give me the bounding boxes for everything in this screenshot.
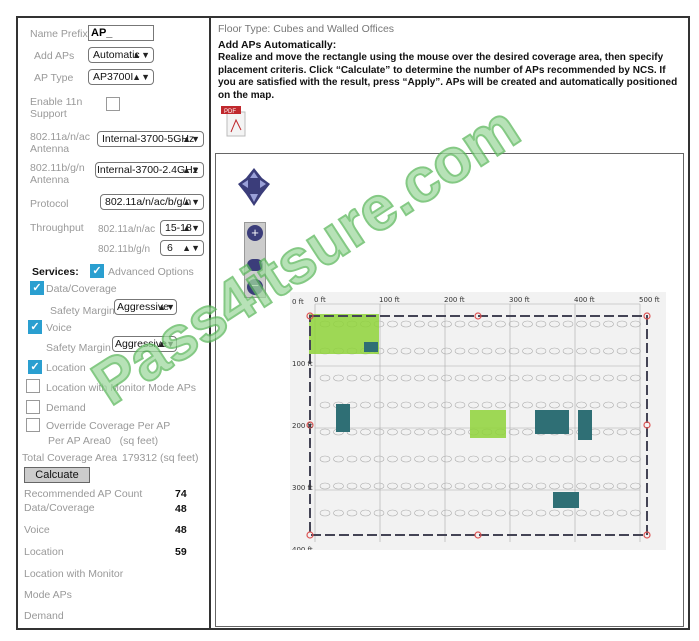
antenna-a-select[interactable]: Internal-3700-5GHz ▲▼: [97, 131, 204, 147]
location-monitor-label: Location with Monitor Mode APs: [46, 382, 196, 394]
location-checkbox[interactable]: ✓: [28, 360, 42, 374]
coverage-area: [470, 410, 506, 438]
select-arrows-icon: ▲▼: [182, 223, 200, 233]
total-coverage-value: 179312 (sq feet): [122, 452, 199, 464]
antenna-a-value: Internal-3700-5GHz: [102, 133, 195, 145]
voice-label: Voice: [46, 322, 72, 334]
throughput-a-label: 802.11a/n/ac: [98, 224, 156, 235]
throughput-b-value: 6: [167, 242, 173, 254]
ap-type-select[interactable]: AP3700I ▲▼: [88, 69, 154, 85]
antenna-b-label: 802.11b/g/n Antenna: [30, 162, 85, 186]
result-mode-aps-label: Mode APs: [24, 589, 72, 601]
result-data-label: Data/Coverage: [24, 502, 95, 514]
select-arrows-icon: ▲▼: [157, 339, 175, 349]
safety-margin-voice-label: Safety Margin: [46, 342, 111, 354]
per-ap-area-label: Per AP Area0 (sq feet): [48, 435, 159, 447]
instructions-text: Realize and move the rectangle using the…: [218, 52, 678, 101]
result-data-value: 48: [175, 503, 187, 515]
add-aps-label: Add APs: [34, 50, 75, 62]
ap-marker: [578, 410, 592, 440]
safety-margin-data-select[interactable]: Aggressive ▲▼: [114, 299, 177, 315]
ap-marker: [364, 342, 378, 352]
svg-text:PDF: PDF: [224, 109, 236, 115]
throughput-b-select[interactable]: 6 ▲▼: [160, 240, 204, 256]
x-tick-label: 0 ft: [314, 296, 326, 304]
total-coverage-label: Total Coverage Area: [22, 452, 118, 464]
result-demand-label: Demand: [24, 610, 64, 622]
ap-marker: [535, 410, 569, 434]
antenna-b-select[interactable]: Internal-3700-2.4GHz ▲▼: [95, 162, 204, 178]
throughput-label: Throughput: [30, 222, 84, 234]
y-tick-label: 200 ft: [292, 422, 313, 430]
result-voice-label: Voice: [24, 524, 50, 536]
y-tick-label: 0 ft: [292, 298, 304, 306]
ap-type-label: AP Type: [34, 72, 74, 84]
result-location-monitor-label: Location with Monitor: [24, 568, 124, 580]
services-label: Services:: [32, 266, 79, 278]
floor-type: Floor Type: Cubes and Walled Offices: [218, 23, 395, 35]
voice-checkbox[interactable]: ✓: [28, 320, 42, 334]
ap-marker: [336, 404, 350, 432]
protocol-select[interactable]: 802.11a/n/ac/b/g/n ▲▼: [100, 194, 204, 210]
safety-margin-label: Safety Margin: [50, 305, 115, 317]
override-coverage-checkbox[interactable]: [26, 418, 40, 432]
x-tick-label: 100 ft: [379, 296, 400, 304]
zoom-out-icon[interactable]: −: [247, 279, 263, 295]
protocol-value: 802.11a/n/ac/b/g/n: [105, 196, 192, 208]
y-tick-label: 100 ft: [292, 360, 313, 368]
pan-control[interactable]: [236, 166, 272, 217]
enable-11n-label: Enable 11n Support: [30, 96, 83, 120]
zoom-in-icon[interactable]: +: [247, 225, 263, 241]
select-arrows-icon: ▲▼: [132, 50, 150, 60]
override-coverage-label: Override Coverage Per AP: [46, 420, 171, 432]
safety-margin-voice-select[interactable]: Aggressive ▲▼: [112, 336, 177, 352]
name-prefix-label: Name Prefix: [30, 28, 88, 40]
location-label: Location: [46, 362, 86, 374]
antenna-a-label: 802.11a/n/ac Antenna: [30, 131, 90, 155]
demand-checkbox[interactable]: [26, 400, 40, 414]
select-arrows-icon: ▲▼: [182, 243, 200, 253]
settings-panel: Name Prefix Add APs Automatic▲▼ AP Type …: [16, 16, 210, 630]
floor-plan[interactable]: 0 ft 100 ft 200 ft 300 ft 400 ft 500 ft 0 ft 10…: [290, 292, 666, 550]
calculate-button[interactable]: Calcuate: [24, 467, 90, 483]
zoom-slider-handle[interactable]: [247, 259, 263, 271]
data-coverage-label: Data/Coverage: [46, 283, 117, 295]
select-arrows-icon: ▲▼: [157, 302, 175, 312]
pdf-icon[interactable]: PDF: [221, 106, 247, 138]
recommended-ap-count-label: Recommended AP Count: [24, 488, 143, 500]
result-voice-value: 48: [175, 524, 187, 536]
throughput-a-select[interactable]: 15-18 ▲▼: [160, 220, 204, 236]
enable-11n-checkbox[interactable]: [106, 97, 120, 111]
ap-type-value: AP3700I: [93, 71, 134, 83]
map-panel: Floor Type: Cubes and Walled Offices Add…: [209, 16, 690, 630]
advanced-options-label: Advanced Options: [108, 266, 194, 278]
name-prefix-input[interactable]: [88, 25, 154, 41]
data-coverage-checkbox[interactable]: ✓: [30, 281, 44, 295]
x-tick-label: 500 ft: [639, 296, 660, 304]
throughput-b-label: 802.11b/g/n: [98, 244, 151, 255]
recommended-ap-count-value: 74: [175, 488, 187, 500]
add-aps-heading: Add APs Automatically:: [218, 39, 337, 51]
x-tick-label: 200 ft: [444, 296, 465, 304]
x-tick-label: 300 ft: [509, 296, 530, 304]
floor-map-viewport[interactable]: + − 0 ft 100 ft 200 ft 300 ft 400 ft 500 ft 0 …: [215, 153, 684, 627]
zoom-control[interactable]: + −: [244, 222, 266, 298]
select-arrows-icon: ▲▼: [182, 134, 200, 144]
select-arrows-icon: ▲▼: [132, 72, 150, 82]
advanced-options-checkbox[interactable]: ✓: [90, 264, 104, 278]
x-tick-label: 400 ft: [574, 296, 595, 304]
demand-label: Demand: [46, 402, 86, 414]
select-arrows-icon: ▲▼: [182, 165, 200, 175]
add-aps-select[interactable]: Automatic ▲▼: [88, 47, 154, 63]
location-monitor-checkbox[interactable]: [26, 379, 40, 393]
y-tick-label: 300 ft: [292, 484, 313, 492]
protocol-label: Protocol: [30, 198, 69, 210]
result-location-value: 59: [175, 546, 187, 558]
y-tick-label: 400 ft: [292, 546, 313, 550]
ap-marker: [553, 492, 579, 508]
result-location-label: Location: [24, 546, 64, 558]
select-arrows-icon: ▲▼: [182, 197, 200, 207]
